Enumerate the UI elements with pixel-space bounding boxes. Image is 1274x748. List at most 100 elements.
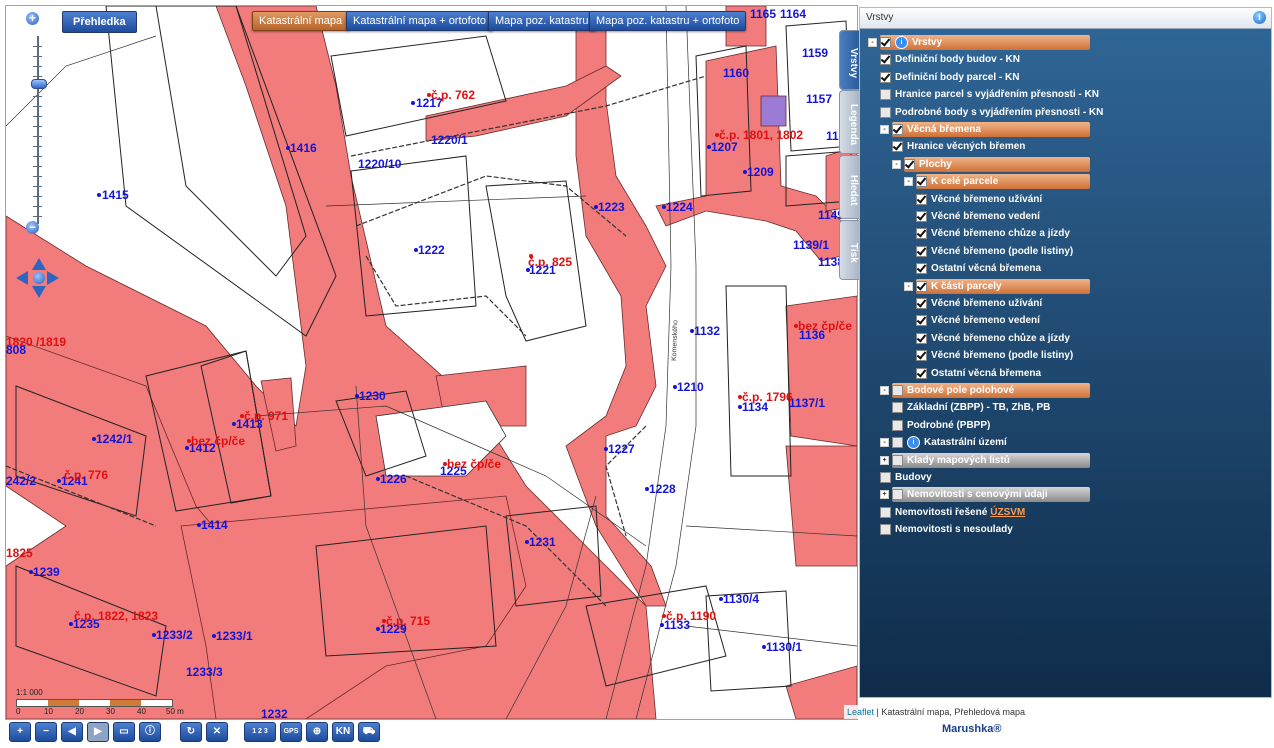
overview-map-button[interactable]: Přehledka bbox=[62, 11, 137, 33]
zoom-out-button[interactable]: − bbox=[26, 221, 39, 234]
layer-checkbox[interactable] bbox=[916, 176, 927, 188]
layer-checkbox[interactable] bbox=[880, 54, 891, 66]
leaflet-link[interactable]: Leaflet bbox=[847, 707, 874, 717]
layer-row[interactable]: Věcné břemeno (podle listiny) bbox=[916, 244, 1073, 259]
collapse-icon[interactable]: - bbox=[904, 281, 913, 291]
layer-row[interactable]: Věcné břemeno vedení bbox=[916, 313, 1040, 328]
layer-checkbox[interactable] bbox=[892, 454, 903, 466]
layer-checkbox[interactable] bbox=[916, 228, 927, 240]
layer-link[interactable]: ÚZSVM bbox=[990, 507, 1025, 518]
layer-checkbox[interactable] bbox=[880, 472, 891, 483]
layer-row[interactable]: - Plochy bbox=[892, 156, 1090, 172]
layer-row[interactable]: Budovy bbox=[880, 470, 932, 485]
layer-checkbox[interactable] bbox=[880, 506, 891, 518]
layer-checkbox[interactable] bbox=[892, 141, 903, 153]
layer-checkbox[interactable] bbox=[892, 489, 903, 501]
layer-checkbox[interactable] bbox=[880, 37, 891, 48]
pan-right-arrow-icon[interactable] bbox=[47, 271, 59, 285]
layer-row[interactable]: Hranice věcných břemen bbox=[892, 139, 1025, 154]
layer-checkbox[interactable] bbox=[892, 124, 903, 135]
layer-checkbox[interactable] bbox=[880, 71, 891, 83]
layer-checkbox[interactable] bbox=[916, 367, 927, 379]
layer-checkbox[interactable] bbox=[880, 106, 891, 118]
layer-row[interactable]: + Nemovitosti s cenovými údaji bbox=[880, 487, 1090, 503]
layer-checkbox[interactable] bbox=[916, 245, 927, 257]
layer-row[interactable]: - K části parcely bbox=[904, 278, 1090, 294]
layer-checkbox[interactable] bbox=[916, 280, 927, 292]
layer-row[interactable]: - Bodové pole polohové bbox=[880, 383, 1090, 398]
expand-icon[interactable]: + bbox=[880, 490, 889, 500]
tab-layers[interactable]: Vrstvy bbox=[839, 30, 859, 90]
window-zoom-icon[interactable]: ▭ bbox=[113, 722, 135, 742]
layer-row[interactable]: Podrobné (PBPP) bbox=[892, 418, 990, 433]
info-tool-icon[interactable]: ⓘ bbox=[139, 722, 161, 742]
layer-row[interactable]: Základní (ZBPP) - TB, ZhB, PB bbox=[892, 400, 1050, 415]
zoom-slider-handle[interactable] bbox=[31, 79, 47, 89]
kn-button[interactable]: KN bbox=[332, 722, 354, 742]
layer-row[interactable]: Věcné břemeno užívání bbox=[916, 296, 1042, 311]
layer-row[interactable]: - K celé parcele bbox=[904, 174, 1090, 190]
layer-info-icon[interactable]: i bbox=[895, 36, 908, 49]
locate-icon[interactable]: ⊕ bbox=[306, 722, 328, 742]
layer-checkbox[interactable] bbox=[916, 332, 927, 344]
cart-icon[interactable]: ⛟ bbox=[358, 722, 380, 742]
layer-checkbox[interactable] bbox=[916, 298, 927, 309]
layer-row[interactable]: Věcné břemeno chůze a jízdy bbox=[916, 331, 1070, 346]
layer-checkbox[interactable] bbox=[904, 158, 915, 170]
pan-control[interactable] bbox=[16, 258, 62, 298]
zoom-in-button[interactable]: + bbox=[26, 12, 39, 25]
layer-row[interactable]: Podrobné body s vyjádřením přesnosti - K… bbox=[880, 105, 1103, 120]
pan-center-icon[interactable] bbox=[33, 272, 45, 284]
layer-checkbox[interactable] bbox=[916, 211, 927, 222]
layer-row[interactable]: Věcné břemeno vedení bbox=[916, 209, 1040, 224]
layer-row[interactable]: - Věcná břemena bbox=[880, 122, 1090, 137]
zoom-in-tool-button[interactable]: + bbox=[9, 722, 31, 742]
map-view[interactable]: 1415 1416 1217 1220/1 1220/10 1222 1221 … bbox=[5, 5, 858, 720]
layer-row[interactable]: Ostatní věcná břemena bbox=[916, 261, 1041, 276]
zoom-out-tool-button[interactable]: − bbox=[35, 722, 57, 742]
refresh-icon[interactable]: ↻ bbox=[180, 722, 202, 742]
layer-checkbox[interactable] bbox=[880, 524, 891, 536]
layer-row[interactable]: - i Katastrální území bbox=[880, 435, 1007, 450]
pan-down-arrow-icon[interactable] bbox=[32, 286, 46, 298]
map-type-button-cadastral[interactable]: Katastrální mapa bbox=[252, 11, 350, 31]
layer-row[interactable]: Věcné břemeno užívání bbox=[916, 192, 1042, 207]
close-icon[interactable]: ✕ bbox=[206, 722, 228, 742]
gps-button[interactable]: GPS bbox=[280, 722, 302, 742]
layer-checkbox[interactable] bbox=[892, 402, 903, 414]
layer-row[interactable]: Nemovitosti s nesoulady bbox=[880, 522, 1013, 537]
layer-row[interactable]: Definiční body parcel - KN bbox=[880, 70, 1019, 85]
layer-row[interactable]: Definiční body budov - KN bbox=[880, 52, 1020, 67]
collapse-icon[interactable]: - bbox=[880, 438, 889, 448]
layer-row[interactable]: Nemovitosti řešené ÚZSVM bbox=[880, 505, 1025, 520]
layer-row[interactable]: Věcné břemeno chůze a jízdy bbox=[916, 226, 1070, 241]
collapse-icon[interactable]: - bbox=[880, 386, 889, 395]
collapse-icon[interactable]: - bbox=[868, 38, 877, 47]
layer-row[interactable]: - i Vrstvy bbox=[868, 35, 1090, 50]
layer-row[interactable]: + Klady mapových listů bbox=[880, 452, 1090, 468]
tab-legend[interactable]: Legenda bbox=[839, 90, 859, 154]
collapse-icon[interactable]: - bbox=[904, 177, 913, 187]
map-type-button-land-registry[interactable]: Mapa poz. katastru bbox=[488, 11, 596, 31]
layer-info-icon[interactable]: i bbox=[907, 436, 920, 450]
tab-search[interactable]: Hledat bbox=[839, 155, 859, 219]
tab-print[interactable]: Tisk bbox=[839, 220, 859, 280]
collapse-icon[interactable]: - bbox=[892, 159, 901, 169]
layer-checkbox[interactable] bbox=[892, 385, 903, 396]
info-icon[interactable]: i bbox=[1253, 11, 1266, 24]
pan-left-arrow-icon[interactable] bbox=[16, 271, 28, 285]
pan-up-arrow-icon[interactable] bbox=[32, 258, 46, 270]
coordinates-icon[interactable]: 1 2 3 bbox=[244, 722, 276, 742]
layer-checkbox[interactable] bbox=[916, 193, 927, 205]
layer-checkbox[interactable] bbox=[916, 350, 927, 362]
expand-icon[interactable]: + bbox=[880, 455, 889, 465]
layer-row[interactable]: Ostatní věcná břemena bbox=[916, 366, 1041, 381]
forward-arrow-icon[interactable]: ▶ bbox=[87, 722, 109, 742]
map-type-button-cadastral-ortho[interactable]: Katastrální mapa + ortofoto bbox=[346, 11, 493, 31]
zoom-slider-track[interactable] bbox=[33, 36, 42, 224]
layer-checkbox[interactable] bbox=[880, 89, 891, 101]
layer-checkbox[interactable] bbox=[916, 263, 927, 275]
layer-checkbox[interactable] bbox=[916, 315, 927, 327]
layer-checkbox[interactable] bbox=[892, 419, 903, 431]
collapse-icon[interactable]: - bbox=[880, 125, 889, 134]
